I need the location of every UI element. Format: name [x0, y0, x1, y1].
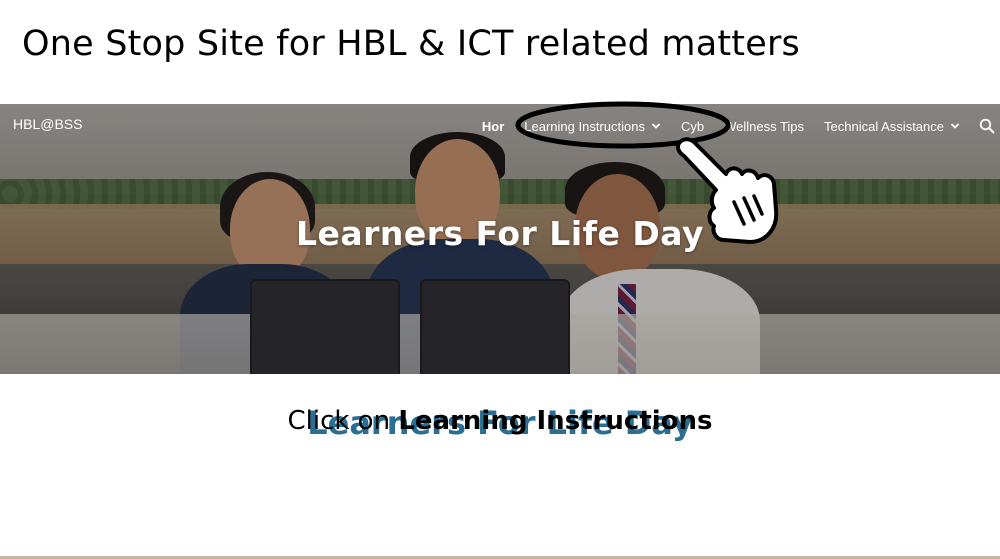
site-navbar: HBL@BSS Hor Learning Instructions Cyb We…	[0, 104, 1000, 148]
nav-item-label: Technical Assistance	[824, 118, 944, 134]
chevron-down-icon	[950, 123, 960, 129]
site-name-link[interactable]: HBL@BSS	[13, 116, 82, 132]
hero-title: Learners For Life Day	[295, 214, 705, 253]
nav-item-technical-assistance[interactable]: Technical Assistance	[814, 119, 970, 134]
nav-item-home[interactable]: Hor	[472, 119, 514, 134]
hero-banner: HBL@BSS Hor Learning Instructions Cyb We…	[0, 104, 1000, 374]
slide-title: One Stop Site for HBL & ICT related matt…	[22, 24, 800, 64]
instruction-text: Click on Learning Instructions	[0, 406, 1000, 436]
search-button[interactable]	[974, 113, 1000, 139]
website-screenshot: HBL@BSS Hor Learning Instructions Cyb We…	[0, 104, 1000, 559]
pointing-hand-icon	[675, 137, 779, 244]
instruction-prefix: Click on	[287, 406, 399, 436]
instruction-emphasis: Learning Instructions	[398, 406, 713, 436]
search-icon	[979, 118, 995, 134]
